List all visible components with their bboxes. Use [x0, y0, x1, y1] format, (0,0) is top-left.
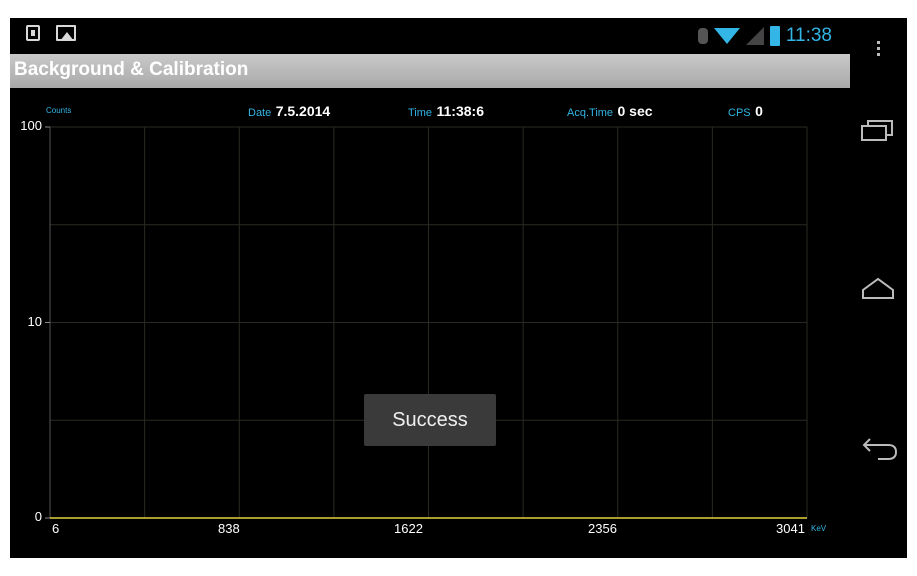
x-tick-label: 6	[52, 521, 60, 536]
app-screen: 11:38 Background & Calibration Counts Da…	[10, 18, 907, 558]
y-tick-label: 10	[27, 313, 42, 329]
x-axis-label: KeV	[811, 524, 827, 533]
success-toast: Success	[364, 394, 496, 446]
x-tick-label: 838	[218, 521, 240, 536]
toast-message: Success	[392, 408, 468, 431]
x-tick-label: 3041	[776, 521, 805, 536]
spectrum-chart	[45, 126, 808, 519]
y-tick-label: 0	[34, 509, 42, 524]
x-tick-label: 2356	[588, 521, 617, 536]
x-tick-label: 1622	[394, 521, 423, 536]
y-tick-label: 100	[20, 118, 42, 133]
